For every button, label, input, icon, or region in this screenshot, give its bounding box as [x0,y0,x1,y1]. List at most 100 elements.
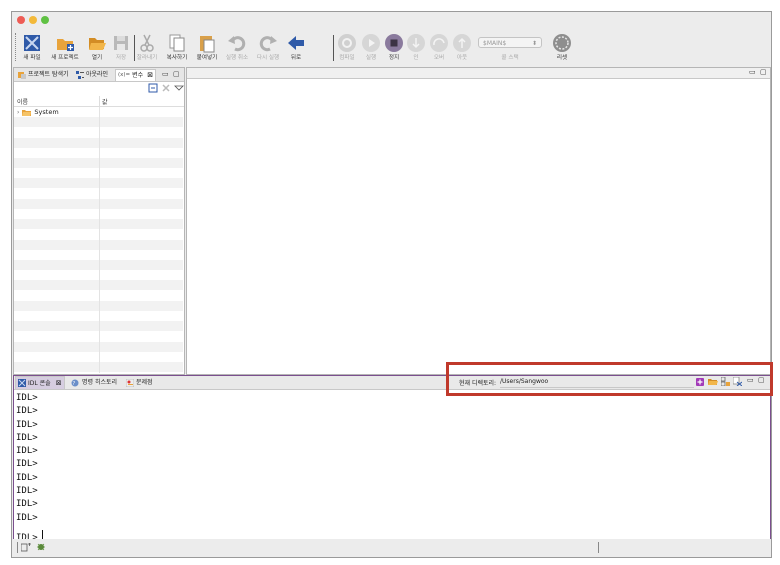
tab-problems[interactable]: 문제점 [124,377,155,388]
call-stack-select[interactable]: $MAIN$ ⬍ [478,37,542,48]
column-header-name[interactable]: 이름 [17,97,28,106]
maximize-editor-icon[interactable]: ▢ [760,68,767,76]
reset-label: 리셋 [556,55,568,61]
step-out-icon [452,33,472,53]
paste-label: 붙여넣기 [196,55,218,61]
new-file-button[interactable]: 새 파일 [17,33,47,61]
column-divider [99,96,100,106]
console-line: IDL> [16,419,38,430]
fast-view-icon[interactable] [21,543,31,552]
close-window-button[interactable] [17,16,25,24]
maximize-panel-icon[interactable]: ▢ [173,70,180,78]
redo-label: 다시 실행 [256,55,280,61]
back-arrow-icon [286,33,306,53]
main-toolbar: 새 파일 새 프로젝트 열기 저장 잘라내기 복사하기 붙여넣기 실행 취소 다… [12,29,771,71]
console-output[interactable]: IDL> IDL> IDL> IDL> IDL> IDL> IDL> IDL> IDL> IDL>… [14,392,768,543]
idl-workbench-window: 새 파일 새 프로젝트 열기 저장 잘라내기 복사하기 붙여넣기 실행 취소 다… [11,11,772,558]
chevron-right-icon[interactable]: › [17,109,19,116]
tab-project-explorer[interactable]: 프로젝트 탐색기 [16,69,71,80]
svg-text:?: ? [73,381,76,387]
tab-idl-console[interactable]: IDL 콘솔 ⊠ [15,376,65,389]
cut-label: 잘라내기 [136,55,158,61]
console-line: IDL> [16,432,38,443]
compile-gear-icon [337,33,357,53]
cut-button[interactable]: 잘라내기 [132,33,162,61]
reset-button[interactable]: 리셋 [547,33,577,61]
undo-label: 실행 취소 [225,55,249,61]
scissors-icon [137,33,157,53]
remove-all-icon[interactable] [161,83,171,93]
tab-variables[interactable]: (x)= 변수 ⊠ [115,69,157,81]
close-tab-icon[interactable]: ⊠ [56,378,62,389]
new-file-icon [22,33,42,53]
tab-outline-label: 아웃라인 [86,71,109,78]
console-line: IDL> [16,459,38,470]
variables-table-header: 이름 값 [14,96,184,107]
tab-command-history[interactable]: ? 명령 히스토리 [69,377,119,388]
step-out-button[interactable]: 아웃 [447,33,477,61]
console-line: IDL> [16,446,38,457]
left-panel-tabbar: 프로젝트 탐색기 아웃라인 (x)= 변수 ⊠ ▭ ▢ [14,68,184,82]
paste-button[interactable]: 붙여넣기 [192,33,222,61]
folder-open-icon [87,33,107,53]
tab-project-explorer-label: 프로젝트 탐색기 [28,71,69,78]
step-out-label: 아웃 [456,55,468,61]
view-menu-icon[interactable] [174,83,184,93]
command-history-icon: ? [71,379,79,387]
variables-toolbar [14,82,184,94]
reset-icon [552,33,572,53]
run-play-icon [361,33,381,53]
tab-problems-label: 문제점 [136,379,153,386]
tab-command-history-label: 명령 히스토리 [82,379,118,386]
collapse-all-icon[interactable] [148,83,158,93]
title-bar [12,12,771,29]
undo-icon [227,33,247,53]
folder-icon [22,109,32,116]
tree-item-system[interactable]: › System [17,108,59,116]
console-line: IDL> [16,512,38,523]
copy-label: 복사하기 [166,55,188,61]
close-tab-icon[interactable]: ⊠ [147,70,153,81]
highlight-annotation-box [446,362,773,396]
tab-outline[interactable]: 아웃라인 [74,69,110,80]
new-file-label: 새 파일 [23,55,41,61]
outline-icon [76,70,84,79]
console-panel: IDL 콘솔 ⊠ ? 명령 히스토리 문제점 현재 디렉토리: /Users/S… [13,375,771,543]
debug-bug-icon[interactable] [36,542,46,552]
new-project-button[interactable]: 새 프로젝트 [47,33,83,61]
chevron-updown-icon: ⬍ [531,40,537,47]
save-disk-icon [111,33,131,53]
console-line: IDL> [16,499,38,510]
copy-icon [167,33,187,53]
tree-item-label: System [34,108,59,116]
call-stack-select-value: $MAIN$ [483,40,507,47]
minimize-window-button[interactable] [29,16,37,24]
problems-icon [126,378,134,387]
editor-tabbar: ▭ ▢ [187,68,770,79]
status-bar [12,539,771,557]
new-project-label: 새 프로젝트 [51,55,79,61]
minimize-panel-icon[interactable]: ▭ [162,70,169,78]
new-project-icon [55,33,75,53]
zoom-window-button[interactable] [41,16,49,24]
call-stack-label: 콜 스택 [501,55,519,61]
variables-icon: (x)= [118,72,131,78]
redo-icon [258,33,278,53]
column-divider [99,107,100,373]
project-explorer-icon [18,71,26,79]
console-line: IDL> [16,472,38,483]
undo-button[interactable]: 실행 취소 [222,33,252,61]
idl-console-icon [18,379,26,387]
minimize-editor-icon[interactable]: ▭ [749,68,756,76]
back-button[interactable]: 뒤로 [281,33,311,61]
step-over-icon [429,33,449,53]
status-separator [598,542,599,553]
tab-variables-label: 변수 [132,72,144,79]
column-header-value[interactable]: 값 [102,97,108,106]
step-in-icon [406,33,426,53]
status-separator [17,542,18,553]
editor-area: ▭ ▢ [186,67,771,375]
redo-button[interactable]: 다시 실행 [253,33,283,61]
variables-panel: 프로젝트 탐색기 아웃라인 (x)= 변수 ⊠ ▭ ▢ 이름 값 › Syste… [13,67,185,375]
copy-button[interactable]: 복사하기 [162,33,192,61]
